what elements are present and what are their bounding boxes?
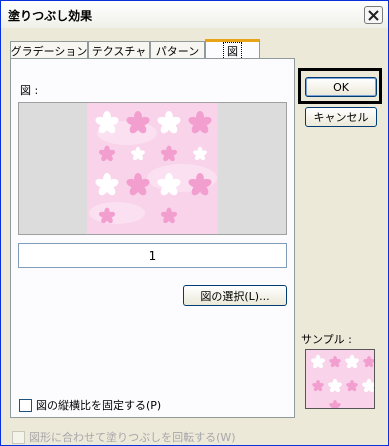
title-bar: 塗りつぶし効果 (1, 1, 388, 28)
lock-aspect-ratio-checkbox[interactable] (19, 398, 32, 412)
picture-preview (18, 102, 287, 235)
close-icon (368, 9, 379, 21)
picture-page-field[interactable]: 1 (18, 243, 287, 268)
lock-aspect-ratio-option[interactable]: 図の縦横比を固定する(P) (19, 397, 161, 413)
ok-button[interactable]: OK (305, 77, 377, 97)
rotate-fill-checkbox (12, 430, 25, 444)
rotate-fill-option: 図形に合わせて塗りつぶしを回転する(W) (12, 429, 236, 445)
tab-pattern[interactable]: パターン (150, 41, 205, 59)
tab-texture-label: テクスチャ (91, 44, 147, 58)
tab-gradient[interactable]: グラデーション (10, 41, 88, 59)
tab-pattern-label: パターン (155, 44, 200, 58)
picture-panel: 図 : 1 図の選択(L)... 図の縦横比を固定する(P) (10, 58, 295, 418)
rotate-fill-label: 図形に合わせて塗りつぶしを回転する(W) (29, 431, 236, 444)
fill-effects-dialog: 塗りつぶし効果 グラデーション テクスチャ パターン 図 図 : 1 図の選択(… (0, 0, 389, 446)
sample-preview (305, 349, 375, 409)
cancel-button[interactable]: キャンセル (305, 107, 377, 127)
picture-label: 図 : (20, 84, 39, 97)
sample-label: サンプル : (301, 333, 352, 346)
lock-aspect-ratio-label: 図の縦横比を固定する(P) (36, 399, 162, 412)
sakura-pattern-image (87, 103, 218, 234)
window-title: 塗りつぶし効果 (8, 9, 93, 23)
select-picture-button[interactable]: 図の選択(L)... (183, 285, 287, 306)
close-button[interactable] (364, 6, 383, 24)
tab-gradient-label: グラデーション (10, 44, 88, 58)
tab-texture[interactable]: テクスチャ (88, 41, 150, 59)
tab-picture[interactable]: 図 (205, 39, 260, 60)
